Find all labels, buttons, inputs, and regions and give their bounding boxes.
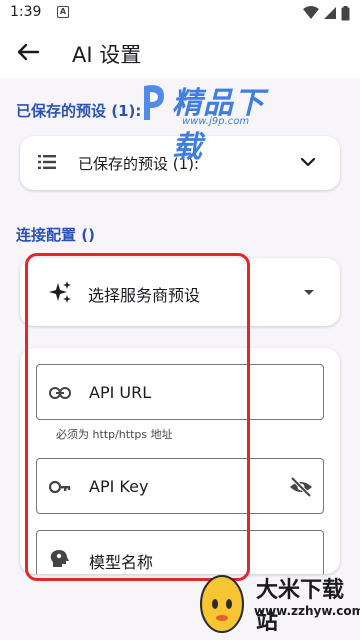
list-icon [38,155,56,169]
sparkle-icon [49,281,71,303]
saved-presets-section-label: 已保存的预设 (1): [16,102,142,120]
api-url-hint: 必须为 http/https 地址 [56,428,173,441]
api-url-field[interactable]: API URL [36,364,324,420]
app-bar: AI 设置 [0,26,360,78]
model-name-label: 模型名称 [89,553,154,572]
link-icon [49,387,71,399]
key-icon [49,480,71,494]
wifi-icon [303,6,319,19]
notification-icon: A [57,6,69,18]
status-time: 1:39 [10,4,42,20]
provider-preset-select[interactable]: 选择服务商预设 [20,258,340,326]
page-title: AI 设置 [72,43,142,67]
signal-icon [324,7,336,19]
status-bar: 1:39 A [0,0,360,26]
bottom-watermark-url: www.zzhyw.com [254,604,360,618]
status-icons [303,5,350,21]
connection-section-label: 连接配置 () [16,226,95,244]
provider-preset-label: 选择服务商预设 [88,286,201,305]
battery-icon [341,5,350,20]
brain-head-icon [50,550,69,567]
dropdown-arrow-icon [304,290,314,295]
top-watermark-url: www.j9p.com [182,116,250,127]
api-url-label: API URL [89,383,152,402]
bottom-watermark: 大米下载站 www.zzhyw.com [194,562,360,640]
api-key-field[interactable]: API Key [36,458,324,514]
back-arrow-icon[interactable] [14,40,42,64]
api-key-label: API Key [89,477,149,496]
connection-form-card: API URL 必须为 http/https 地址 API Key 模型名称 [20,348,340,574]
top-watermark: 精品下载 www.j9p.com [140,76,290,165]
chevron-down-icon [300,157,316,167]
visibility-off-icon[interactable] [289,476,313,498]
brand-logo-icon [144,85,164,120]
mascot-logo-icon [200,575,244,633]
